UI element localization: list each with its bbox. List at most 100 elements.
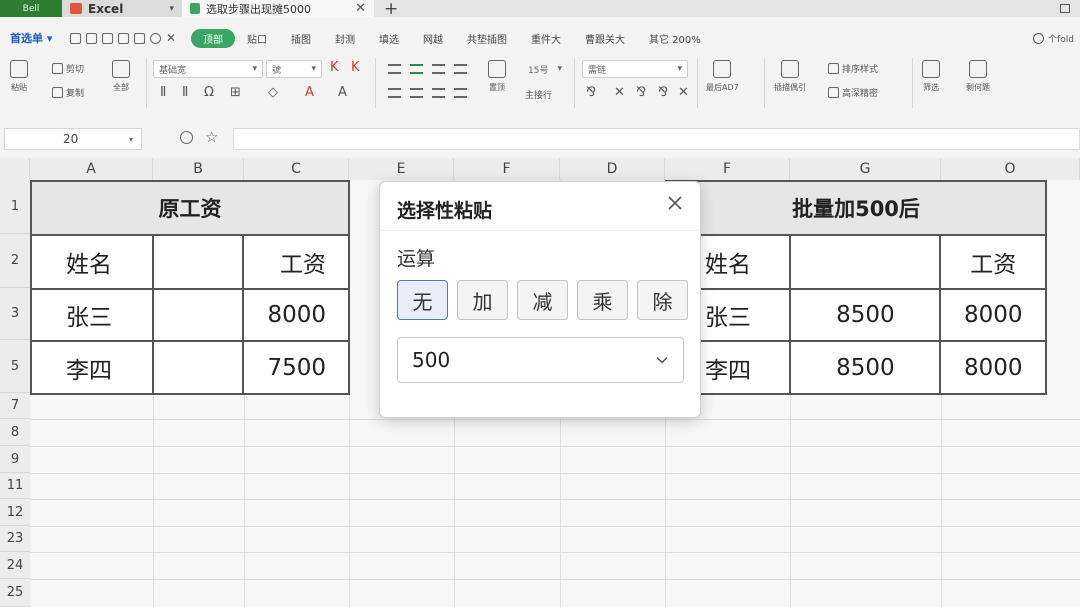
column-header-O[interactable]: O — [941, 158, 1080, 180]
wrap-icon[interactable] — [454, 64, 467, 74]
chevron-down-icon[interactable]: ▾ — [129, 135, 133, 144]
salary-cell[interactable]: 7500 — [242, 340, 350, 395]
column-header-A[interactable]: A — [30, 158, 153, 180]
menu-item-8[interactable]: 曹跟关大 — [573, 31, 637, 46]
tab-excel[interactable]: Excel ▾ — [62, 0, 182, 17]
column-header-B[interactable]: B — [153, 158, 244, 180]
decrease-font-icon[interactable]: K — [351, 60, 360, 75]
menu-item-4[interactable]: 填选 — [367, 31, 411, 46]
row-header-7[interactable]: 7 — [0, 393, 30, 419]
operand-value-select[interactable]: 500 — [397, 337, 684, 383]
formula-input[interactable] — [233, 128, 1080, 150]
row-header-23[interactable]: 23 — [0, 526, 30, 552]
salary-cell[interactable]: 8000 — [242, 288, 350, 342]
bold-icon[interactable]: Ⅱ — [160, 85, 166, 100]
name-header-cell[interactable]: 姓名 — [29, 234, 155, 290]
align-middle-icon[interactable] — [410, 64, 423, 74]
remaining-button[interactable]: 剩何题 — [966, 60, 990, 93]
restore-window-button[interactable] — [1050, 0, 1080, 17]
save-icon[interactable] — [70, 32, 81, 44]
column-header-F2[interactable]: F — [665, 158, 790, 180]
number-format-select[interactable]: 15号 ▾ — [523, 60, 567, 78]
preview-icon[interactable] — [118, 32, 129, 44]
style-select[interactable]: 需链 ▾ — [582, 60, 688, 78]
row-header-9[interactable]: 9 — [0, 446, 30, 473]
salary-cell[interactable]: 8000 — [939, 340, 1047, 395]
operation-subtract-button[interactable]: 减 — [517, 280, 568, 320]
select-all-corner[interactable] — [0, 158, 30, 180]
empty-cell[interactable] — [789, 234, 942, 290]
format-painter-button[interactable]: 全部 — [112, 60, 130, 93]
app-badge[interactable]: Bell — [0, 0, 62, 17]
adjusted-value-cell[interactable]: 8500 — [789, 340, 942, 395]
border-icon[interactable]: ⊞ — [230, 85, 241, 100]
row-header-1[interactable]: 1 — [0, 180, 30, 234]
column-header-D[interactable]: D — [560, 158, 665, 180]
row-header-5[interactable]: 5 — [0, 340, 30, 393]
star-icon[interactable]: ☆ — [205, 128, 218, 146]
row-header-12[interactable]: 12 — [0, 499, 30, 526]
cut-button[interactable]: 剪切 — [52, 62, 84, 75]
column-header-C[interactable]: C — [244, 158, 349, 180]
row-header-25[interactable]: 25 — [0, 579, 30, 607]
close-tab-icon[interactable]: ✕ — [355, 1, 366, 16]
print-preview-icon[interactable] — [134, 32, 145, 44]
underline-icon[interactable]: Ω — [204, 85, 214, 100]
copy-button[interactable]: 复制 — [52, 86, 84, 99]
insert-cells-button[interactable]: 插描偶引 — [774, 60, 806, 93]
print-icon[interactable] — [102, 32, 113, 44]
chevron-down-icon[interactable]: ▾ — [169, 4, 174, 14]
font-name-select[interactable]: 基础宽 ▾ — [153, 60, 263, 78]
row-header-3[interactable]: 3 — [0, 288, 30, 340]
align-center-icon[interactable] — [410, 88, 423, 98]
menu-item-9[interactable]: 其它 200% — [637, 31, 713, 46]
currency-icon[interactable]: ⅋ — [586, 85, 596, 100]
fill-color-icon[interactable]: ◇ — [268, 85, 278, 100]
menu-item-6[interactable]: 共垫插图 — [455, 31, 519, 46]
menu-item-1[interactable]: 贴口 — [235, 31, 279, 46]
name-box[interactable]: 20 ▾ — [4, 128, 142, 150]
menu-item-0[interactable]: 顶部 — [191, 28, 235, 48]
align-left-icon[interactable] — [388, 88, 401, 98]
zoom-icon[interactable] — [180, 131, 193, 144]
dialog-close-button[interactable] — [664, 192, 686, 214]
sort-style-button[interactable]: 排序样式 — [828, 62, 878, 75]
row-header-24[interactable]: 24 — [0, 552, 30, 579]
main-menu-button[interactable]: 首选单 ▾ — [0, 30, 70, 46]
name-cell[interactable]: 李四 — [29, 340, 155, 395]
precision-button[interactable]: 高深精密 — [828, 86, 878, 99]
search-area[interactable]: 个fold — [1033, 32, 1080, 45]
merge-button[interactable]: 置顶 — [488, 60, 506, 93]
empty-cell[interactable] — [152, 234, 245, 290]
menu-item-5[interactable]: 网越 — [411, 31, 455, 46]
justify-icon[interactable] — [454, 88, 467, 98]
operation-divide-button[interactable]: 除 — [637, 280, 688, 320]
percent-icon[interactable]: ✕ — [614, 85, 625, 100]
filter-button[interactable]: 筛选 — [922, 60, 940, 93]
column-header-E[interactable]: E — [349, 158, 454, 180]
column-header-F[interactable]: F — [454, 158, 560, 180]
clear-format-icon[interactable]: A — [338, 85, 347, 100]
row-header-11[interactable]: 11 — [0, 473, 30, 499]
row-header-2[interactable]: 2 — [0, 234, 30, 288]
italic-icon[interactable]: Ⅱ — [182, 85, 188, 100]
menu-item-7[interactable]: 重件大 — [519, 31, 573, 46]
operation-multiply-button[interactable]: 乘 — [577, 280, 628, 320]
salary-header-cell[interactable]: 工资 — [242, 234, 350, 290]
salary-cell[interactable]: 8000 — [939, 288, 1047, 342]
align-right-icon[interactable] — [432, 88, 445, 98]
tab-document[interactable]: 选取步骤出现摊5000 ✕ — [182, 0, 374, 17]
row-header-8[interactable]: 8 — [0, 419, 30, 446]
adjusted-value-cell[interactable]: 8500 — [789, 288, 942, 342]
export-icon[interactable] — [86, 32, 97, 44]
paste-button[interactable]: 粘贴 — [10, 60, 28, 93]
adjusted-salary-title[interactable]: 批量加500后 — [665, 180, 1047, 236]
name-cell[interactable]: 张三 — [29, 288, 155, 342]
column-header-G[interactable]: G — [790, 158, 941, 180]
empty-cell[interactable] — [152, 340, 245, 395]
decrease-decimal-icon[interactable]: ✕ — [678, 85, 689, 100]
menu-item-3[interactable]: 封测 — [323, 31, 367, 46]
new-tab-button[interactable]: + — [374, 0, 408, 19]
search-icon[interactable] — [1033, 32, 1045, 44]
comma-icon[interactable]: ⅋ — [636, 85, 646, 100]
